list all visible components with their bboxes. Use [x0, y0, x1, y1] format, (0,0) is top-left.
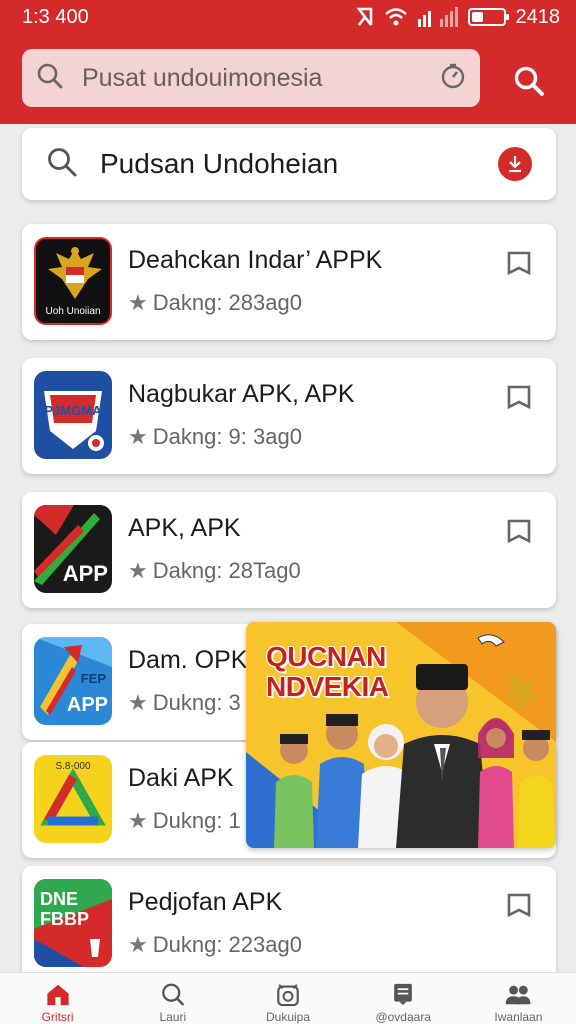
star-icon: ★ — [128, 690, 148, 715]
people-icon — [506, 985, 531, 1005]
app-icon-caption: S.8-000 — [55, 761, 91, 772]
search-card[interactable] — [22, 128, 556, 200]
app-icon-caption: Uoh Unoiian — [45, 306, 101, 317]
search-icon — [46, 146, 78, 183]
shield-logo-icon: PJMGMA — [34, 371, 112, 459]
app-rating: ★ Dakng: 28Tag0 — [128, 558, 301, 584]
alarm-icon — [277, 984, 299, 1006]
top-search-input[interactable] — [82, 63, 440, 93]
app-list-item[interactable]: APP APK, APK ★ Dakng: 28Tag0 — [22, 492, 556, 608]
app-rating: ★ Dukng: 1 — [128, 808, 241, 834]
search-input[interactable] — [100, 148, 498, 180]
status-time: 1:3 400 — [22, 5, 89, 28]
bottom-nav: Gritsri Lauri Dukuipa @ovdaara Iwanlaan — [0, 972, 576, 1024]
status-bar: 1:3 400 2418 — [0, 0, 576, 34]
nav-item-people[interactable]: Iwanlaan — [461, 973, 576, 1024]
nav-label: Iwanlaan — [494, 1010, 543, 1024]
app-name: Pedjofan APK — [128, 888, 283, 916]
nav-label: @ovdaara — [375, 1010, 431, 1024]
battery-text: 2418 — [515, 5, 561, 28]
search-icon — [161, 983, 184, 1006]
app-rating: ★ Dukng: 223ag0 — [128, 932, 302, 958]
nav-item-search[interactable]: Lauri — [115, 973, 230, 1024]
search-button[interactable] — [508, 60, 550, 102]
app-name: APK, APK — [128, 514, 241, 542]
app-icon-caption: DNE FBBP — [40, 889, 89, 929]
nav-label: Lauri — [159, 1010, 187, 1024]
star-icon: ★ — [128, 558, 148, 583]
bookmark-icon[interactable] — [506, 250, 532, 278]
nav-item-alarm[interactable]: Dukuipa — [230, 973, 345, 1024]
nav-label: Gritsri — [41, 1010, 74, 1024]
app-rating-text: Dakng: 28Tag0 — [152, 558, 301, 583]
app-list-item[interactable]: Uoh Unoiian Deahckan Indar’ APPK ★ Dakng:… — [22, 224, 556, 340]
app-rating: ★ Dakng: 9: 3ag0 — [128, 424, 302, 450]
promo-title: QUCNAN NDVEKIA — [266, 642, 389, 702]
app-icon-caption: APP — [62, 561, 108, 586]
app-icon-caption: PJMGMA — [44, 403, 102, 418]
star-icon: ★ — [128, 932, 148, 957]
growth-arrow-icon: FEP APP — [34, 637, 112, 725]
star-icon: ★ — [128, 424, 148, 449]
app-name: Deahckan Indar’ APPK — [128, 246, 383, 274]
bookmark-icon[interactable] — [506, 518, 532, 546]
app-list-item[interactable]: DNE FBBP Pedjofan APK ★ Dukng: 223ag0 — [22, 866, 556, 982]
voice-search-button[interactable] — [498, 147, 532, 181]
nav-label: Dukuipa — [265, 1010, 311, 1024]
wifi-icon — [384, 7, 408, 27]
star-icon: ★ — [128, 290, 148, 315]
app-name: Daki APK — [128, 764, 234, 792]
app-rating-text: Dukng: 1 — [152, 808, 241, 833]
promo-title-line2: NDVEKIA — [266, 671, 389, 702]
app-name: Dam. OPK — [128, 646, 248, 674]
drive-triangle-icon: S.8-000 — [34, 755, 112, 843]
download-icon — [509, 156, 521, 173]
app-rating-text: Dukng: 223ag0 — [152, 932, 302, 957]
app-arrow-icon: APP — [34, 505, 112, 593]
app-rating: ★ Dakng: 283ag0 — [128, 290, 302, 316]
search-icon — [36, 62, 64, 95]
app-bar — [0, 34, 576, 124]
notification-icon — [356, 7, 374, 27]
app-rating-text: Dukng: 3 — [152, 690, 241, 715]
app-name: Nagbukar APK, APK — [128, 380, 355, 408]
app-icon-badge: FEP — [80, 671, 106, 686]
star-icon: ★ — [128, 808, 148, 833]
app-icon-caption: APP — [66, 694, 108, 716]
top-search-field[interactable] — [22, 49, 480, 107]
bookmark-icon[interactable] — [506, 384, 532, 412]
timer-icon[interactable] — [440, 63, 466, 94]
battery-icon — [467, 8, 509, 26]
bookmark-icon[interactable] — [506, 892, 532, 920]
document-icon — [394, 983, 413, 1006]
nav-item-home[interactable]: Gritsri — [0, 973, 115, 1024]
app-rating: ★ Dukng: 3 — [128, 690, 241, 716]
app-rating-text: Dakng: 283ag0 — [152, 290, 302, 315]
flag-poster-icon: DNE FBBP — [34, 879, 112, 967]
garuda-emblem-icon: Uoh Unoiian — [34, 237, 112, 325]
app-list-item[interactable]: PJMGMA Nagbukar APK, APK ★ Dakng: 9: 3ag0 — [22, 358, 556, 474]
battery-level — [471, 12, 483, 22]
nav-item-documents[interactable]: @ovdaara — [346, 973, 461, 1024]
search-icon — [514, 66, 544, 96]
status-icons: 2418 — [356, 5, 561, 29]
home-icon — [46, 984, 69, 1006]
promo-banner[interactable]: QUCNAN NDVEKIA — [246, 622, 556, 848]
signal-icon — [417, 7, 458, 27]
app-rating-text: Dakng: 9: 3ag0 — [152, 424, 302, 449]
promo-title-line1: QUCNAN — [266, 641, 386, 672]
